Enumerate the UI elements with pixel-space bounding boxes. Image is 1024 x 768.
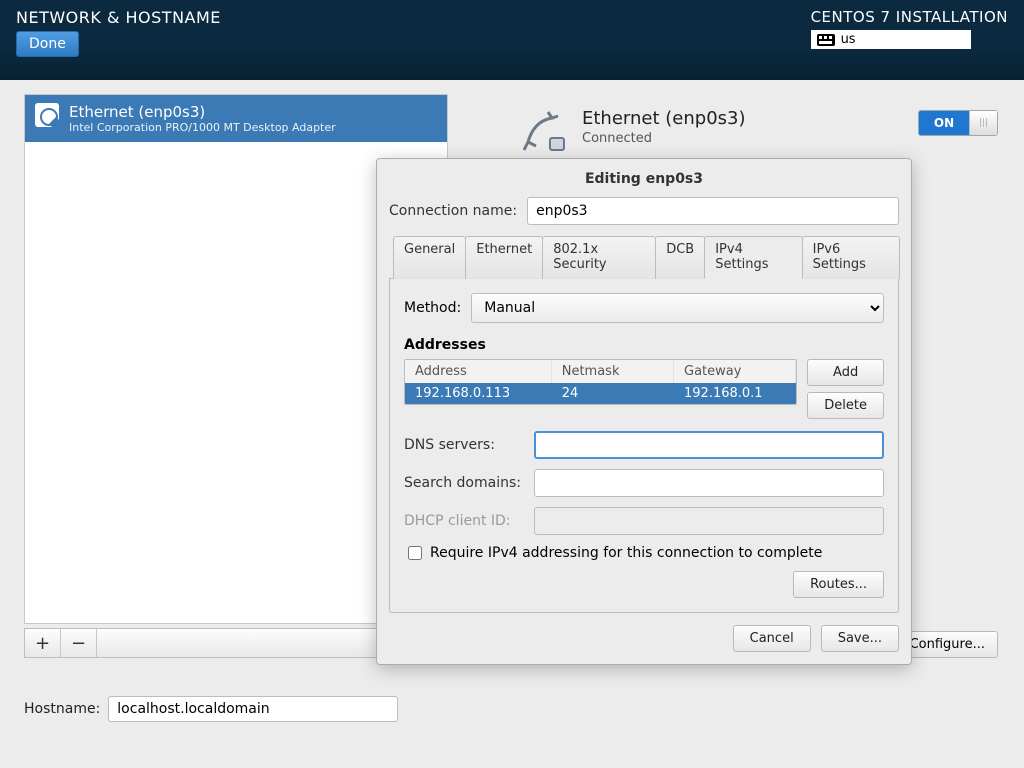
interface-summary: Ethernet (enp0s3) Connected [520, 108, 746, 156]
keyboard-indicator[interactable]: us [811, 30, 971, 49]
dns-servers-label: DNS servers: [404, 437, 524, 453]
remove-interface-button[interactable]: − [61, 629, 97, 657]
body-area: Ethernet (enp0s3) Intel Corporation PRO/… [0, 80, 1024, 768]
delete-address-button[interactable]: Delete [807, 392, 884, 419]
col-address: Address [405, 360, 552, 383]
cell-gateway: 192.168.0.1 [674, 383, 796, 404]
top-bar: NETWORK & HOSTNAME Done CENTOS 7 INSTALL… [0, 0, 1024, 80]
connection-name-label: Connection name: [389, 203, 517, 219]
summary-title: Ethernet (enp0s3) [582, 108, 746, 129]
dhcp-client-id-input [534, 507, 884, 535]
search-domains-label: Search domains: [404, 475, 524, 491]
addresses-heading: Addresses [404, 337, 884, 353]
keyboard-icon [817, 34, 835, 46]
connection-toggle[interactable]: ON ||| [918, 110, 998, 136]
tab-ipv4-settings[interactable]: IPv4 Settings [704, 236, 802, 279]
cancel-button[interactable]: Cancel [733, 625, 811, 652]
method-label: Method: [404, 300, 461, 316]
tab-8021x-security[interactable]: 802.1x Security [542, 236, 656, 279]
col-netmask: Netmask [552, 360, 674, 383]
add-address-button[interactable]: Add [807, 359, 884, 386]
routes-button[interactable]: Routes... [793, 571, 884, 598]
ethernet-large-icon [520, 108, 568, 156]
cell-netmask: 24 [552, 383, 674, 404]
connection-name-input[interactable] [527, 197, 899, 225]
screen-title: NETWORK & HOSTNAME [16, 8, 221, 27]
keyboard-layout-label: us [841, 32, 856, 47]
require-ipv4-label: Require IPv4 addressing for this connect… [430, 545, 822, 561]
interface-subtitle: Intel Corporation PRO/1000 MT Desktop Ad… [69, 121, 336, 134]
toggle-knob: ||| [969, 111, 997, 135]
dialog-tabs: General Ethernet 802.1x Security DCB IPv… [389, 235, 899, 279]
ethernet-icon [35, 103, 59, 127]
tab-general[interactable]: General [393, 236, 466, 279]
summary-status: Connected [582, 131, 746, 146]
ipv4-tab-body: Method: Manual Addresses Address Netmask… [389, 279, 899, 613]
done-button[interactable]: Done [16, 31, 79, 57]
hostname-label: Hostname: [24, 701, 100, 717]
toggle-on-label: ON [919, 111, 969, 135]
dhcp-client-id-label: DHCP client ID: [404, 513, 524, 529]
save-button[interactable]: Save... [821, 625, 899, 652]
cell-address: 192.168.0.113 [405, 383, 552, 404]
tab-ipv6-settings[interactable]: IPv6 Settings [802, 236, 900, 279]
dns-servers-input[interactable] [534, 431, 884, 459]
add-interface-button[interactable]: + [25, 629, 61, 657]
search-domains-input[interactable] [534, 469, 884, 497]
addresses-table[interactable]: Address Netmask Gateway 192.168.0.113 24… [404, 359, 797, 405]
require-ipv4-checkbox[interactable] [408, 546, 422, 560]
tab-ethernet[interactable]: Ethernet [465, 236, 543, 279]
interface-title: Ethernet (enp0s3) [69, 103, 336, 121]
hostname-input[interactable] [108, 696, 398, 722]
dialog-title: Editing enp0s3 [389, 171, 899, 187]
edit-connection-dialog: Editing enp0s3 Connection name: General … [376, 158, 912, 665]
col-gateway: Gateway [674, 360, 796, 383]
method-select[interactable]: Manual [471, 293, 884, 323]
tab-dcb[interactable]: DCB [655, 236, 705, 279]
hostname-row: Hostname: [24, 696, 398, 722]
install-title: CENTOS 7 INSTALLATION [811, 8, 1008, 26]
interface-row[interactable]: Ethernet (enp0s3) Intel Corporation PRO/… [25, 95, 447, 142]
address-row[interactable]: 192.168.0.113 24 192.168.0.1 [405, 383, 796, 404]
